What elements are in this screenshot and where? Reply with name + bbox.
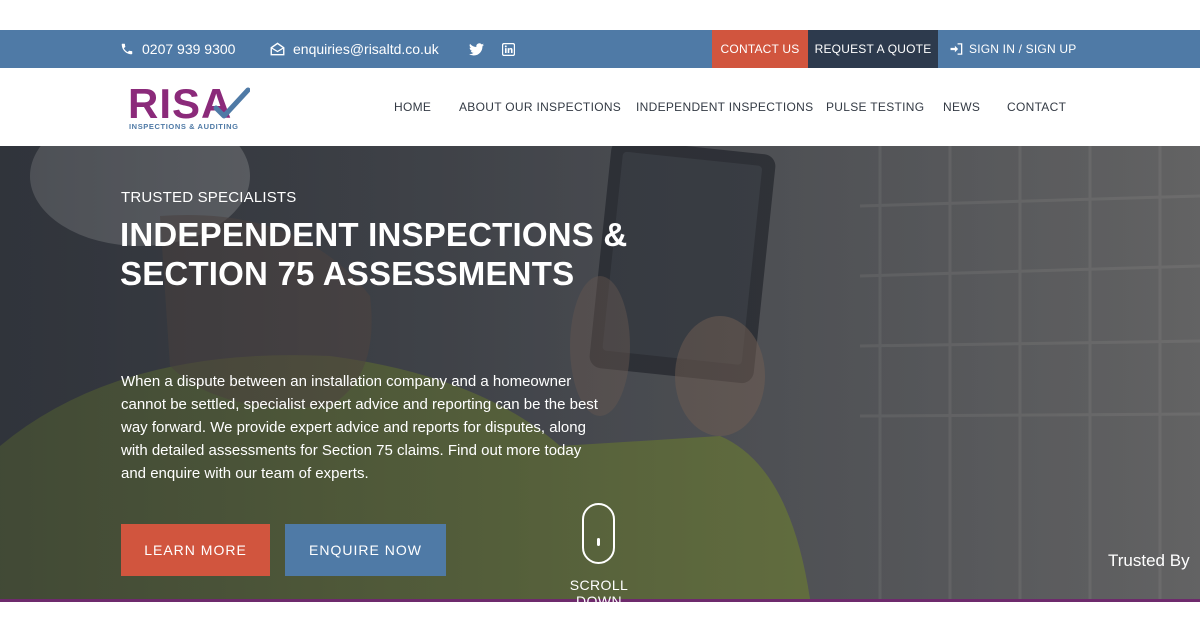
envelope-icon (270, 42, 285, 56)
page: 0207 939 9300 enquiries@risaltd.co.uk CO… (0, 0, 1200, 630)
checkmark-icon (213, 87, 250, 119)
twitter-link[interactable] (469, 30, 492, 68)
nav-news[interactable]: NEWS (943, 100, 980, 114)
enquire-now-button[interactable]: ENQUIRE NOW (285, 524, 446, 576)
scroll-down-label[interactable]: SCROLL DOWN (545, 577, 653, 609)
request-quote-button[interactable]: REQUEST A QUOTE (808, 30, 938, 68)
phone-link[interactable]: 0207 939 9300 (120, 30, 235, 68)
linkedin-link[interactable] (502, 30, 523, 68)
nav-contact[interactable]: CONTACT (1007, 100, 1066, 114)
top-bar: 0207 939 9300 enquiries@risaltd.co.uk CO… (0, 30, 1200, 68)
hero-intro: When a dispute between an installation c… (121, 373, 598, 482)
learn-more-button[interactable]: LEARN MORE (121, 524, 270, 576)
contact-us-button[interactable]: CONTACT US (712, 30, 808, 68)
scroll-mouse-icon[interactable] (582, 503, 615, 564)
logo-tagline: INSPECTIONS & AUDITING (129, 122, 239, 131)
hero-eyebrow: TRUSTED SPECIALISTS (121, 189, 297, 206)
email-link[interactable]: enquiries@risaltd.co.uk (270, 30, 439, 68)
phone-icon (121, 43, 133, 55)
risa-logo[interactable]: RISA INSPECTIONS & AUDITING (128, 82, 258, 132)
linkedin-icon (502, 42, 515, 56)
twitter-icon (469, 42, 484, 55)
nav-independent-inspections[interactable]: INDEPENDENT INSPECTIONS (636, 100, 813, 114)
hero-headline: INDEPENDENT INSPECTIONS & SECTION 75 ASS… (120, 216, 628, 292)
scroll-wheel (597, 538, 600, 546)
email-address: enquiries@risaltd.co.uk (293, 41, 439, 57)
phone-number: 0207 939 9300 (142, 41, 236, 57)
sign-in-button[interactable]: SIGN IN / SIGN UP (938, 30, 1080, 68)
sign-in-icon (950, 43, 963, 55)
sign-in-label: SIGN IN / SIGN UP (969, 42, 1077, 56)
nav-home[interactable]: HOME (394, 100, 431, 114)
nav-pulse-testing[interactable]: PULSE TESTING (826, 100, 924, 114)
trusted-by-label: Trusted By (1108, 551, 1190, 570)
nav-about-our-inspections[interactable]: ABOUT OUR INSPECTIONS (459, 100, 621, 114)
main-nav: RISA INSPECTIONS & AUDITING HOME ABOUT O… (0, 68, 1200, 146)
